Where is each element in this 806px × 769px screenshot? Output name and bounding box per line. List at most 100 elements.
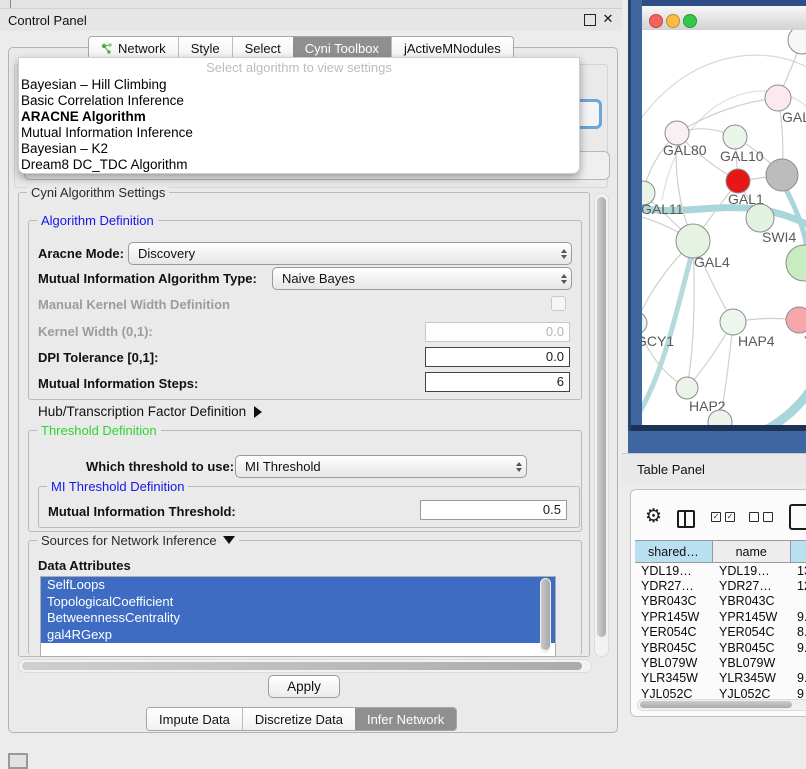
traffic-zoom-icon[interactable] — [683, 14, 697, 28]
aracne-mode-select[interactable]: Discovery — [128, 242, 572, 265]
table-row[interactable]: YER054CYER054C8. — [635, 625, 806, 640]
table-cell: YBL079W — [635, 656, 713, 670]
algorithm-option-dream8-dc-tdc-algorithm[interactable]: Dream8 DC_TDC Algorithm — [19, 157, 579, 173]
mi-steps-field[interactable]: 6 — [425, 372, 570, 392]
settings-vertical-scrollbar[interactable] — [594, 193, 609, 657]
tab-select[interactable]: Select — [232, 37, 293, 59]
algorithm-definition-title: Algorithm Definition — [37, 213, 158, 228]
node-hap2[interactable] — [676, 377, 698, 399]
hub-section-toggle[interactable]: Hub/Transcription Factor Definition — [38, 404, 262, 419]
sources-group-title[interactable]: Sources for Network Inference — [37, 533, 239, 548]
table-row[interactable]: YBR045CYBR045C9. — [635, 640, 806, 655]
bottom-tab-infer-network[interactable]: Infer Network — [355, 708, 456, 730]
float-window-icon[interactable] — [584, 14, 596, 26]
apply-button[interactable]: Apply — [268, 675, 340, 698]
algorithm-dropdown-list: Select algorithm to view settings Bayesi… — [18, 57, 580, 174]
node-table: shared…nameA YDL19…YDL19…13YDR27…YDR27…1… — [635, 540, 806, 702]
divider-tick — [10, 0, 11, 8]
gear-icon[interactable]: ⚙ — [645, 507, 662, 526]
minimized-panel-icon[interactable] — [8, 753, 28, 769]
traffic-minimize-icon[interactable] — [666, 14, 680, 28]
table-cell: YPR145W — [713, 610, 791, 624]
algorithm-option-bayesian-k2[interactable]: Bayesian – K2 — [19, 141, 579, 157]
tab-network[interactable]: Network — [89, 37, 178, 59]
traffic-close-icon[interactable] — [649, 14, 663, 28]
list-scrollbar[interactable] — [540, 578, 551, 653]
document-icon[interactable] — [789, 504, 806, 530]
node-gcy1[interactable] — [642, 312, 647, 334]
node-label-gal10: GAL10 — [720, 148, 764, 164]
manual-kernel-checkbox[interactable] — [551, 296, 566, 311]
kernel-width-field[interactable]: 0.0 — [425, 322, 570, 342]
table-row[interactable]: YBR043CYBR043C — [635, 594, 806, 609]
dpi-tolerance-field[interactable]: 0.0 — [425, 347, 570, 367]
node-y[interactable] — [786, 307, 806, 333]
table-row[interactable]: YDL19…YDL19…13 — [635, 563, 806, 578]
mi-type-select[interactable]: Naive Bayes — [272, 267, 572, 290]
node[interactable] — [788, 30, 806, 54]
table-cell: YDL19… — [635, 564, 713, 578]
network-canvas[interactable]: GAL7GAL80GAL10GAL1GAL11SWI4GAL4GCY1HAP4Y… — [642, 30, 806, 425]
network-frame-bottom — [628, 431, 806, 453]
node[interactable] — [766, 159, 798, 191]
which-threshold-value: MI Threshold — [236, 459, 512, 474]
stepper-icon — [557, 268, 571, 289]
algorithm-option-bayesian-hill-climbing[interactable]: Bayesian – Hill Climbing — [19, 77, 579, 93]
chevron-down-icon — [223, 536, 235, 544]
right-region: GAL7GAL80GAL10GAL1GAL11SWI4GAL4GCY1HAP4Y… — [622, 0, 806, 762]
settings-horizontal-scrollbar[interactable] — [18, 659, 592, 673]
column-header-shared[interactable]: shared… — [635, 541, 713, 562]
column-header-name[interactable]: name — [713, 541, 791, 562]
node-gal7[interactable] — [765, 85, 791, 111]
mi-threshold-field[interactable]: 0.5 — [420, 500, 567, 520]
panel-title: Control Panel — [8, 13, 87, 28]
bottom-tab-discretize-data[interactable]: Discretize Data — [242, 708, 355, 730]
table-row[interactable]: YPR145WYPR145W9. — [635, 609, 806, 624]
table-row[interactable]: YLR345WYLR345W9. — [635, 671, 806, 686]
tab-jactivemnodules[interactable]: jActiveMNodules — [391, 37, 513, 59]
table-cell: 9. — [791, 610, 806, 624]
mi-threshold-label: Mutual Information Threshold: — [48, 504, 236, 519]
table-header-row: shared…nameA — [635, 540, 806, 563]
table-panel-header: Table Panel — [622, 453, 806, 484]
network-window-titlebar[interactable] — [642, 6, 806, 31]
aracne-mode-label: Aracne Mode: — [38, 246, 124, 261]
node-gal10[interactable] — [723, 125, 747, 149]
node-hap4[interactable] — [720, 309, 746, 335]
node-swi4[interactable] — [746, 204, 774, 232]
tab-style[interactable]: Style — [178, 37, 232, 59]
attribute-item-betweennesscentrality[interactable]: BetweennessCentrality — [41, 610, 555, 627]
table-cell: 9. — [791, 671, 806, 685]
clear-all-checks-icon[interactable] — [749, 512, 773, 522]
table-horizontal-scrollbar[interactable] — [637, 699, 806, 711]
node-label-gal4: GAL4 — [694, 254, 730, 270]
close-icon[interactable]: ✕ — [600, 11, 616, 27]
columns-icon[interactable] — [677, 510, 695, 528]
table-panel-title: Table Panel — [637, 462, 705, 477]
tab-label: Select — [245, 41, 281, 56]
node-gal4[interactable] — [676, 224, 710, 258]
bottom-tab-impute-data[interactable]: Impute Data — [147, 708, 242, 730]
algorithm-option-aracne-algorithm[interactable]: ARACNE Algorithm — [19, 109, 579, 125]
table-row[interactable]: YDR27…YDR27…12 — [635, 578, 806, 593]
table-cell: YDR27… — [713, 579, 791, 593]
table-cell: 9. — [791, 641, 806, 655]
algorithm-option-mutual-information-inference[interactable]: Mutual Information Inference — [19, 125, 579, 141]
which-threshold-select[interactable]: MI Threshold — [235, 455, 527, 478]
algorithm-option-basic-correlation-inference[interactable]: Basic Correlation Inference — [19, 93, 579, 109]
node-label-gal7: GAL7 — [782, 109, 806, 125]
settings-group-title: Cyni Algorithm Settings — [27, 185, 169, 200]
mi-type-label: Mutual Information Algorithm Type: — [38, 271, 257, 286]
table-cell: 8. — [791, 625, 806, 639]
tab-cyni-toolbox[interactable]: Cyni Toolbox — [293, 37, 391, 59]
attribute-item-selfloops[interactable]: SelfLoops — [41, 577, 555, 594]
attribute-item-gal4rgexp[interactable]: gal4RGexp — [41, 627, 555, 644]
table-cell: 13 — [791, 564, 806, 578]
node[interactable] — [786, 245, 806, 281]
column-header-a[interactable]: A — [791, 541, 806, 562]
node-gal1[interactable] — [726, 169, 750, 193]
select-all-checks-icon[interactable]: ✓✓ — [711, 512, 735, 522]
table-body: YDL19…YDL19…13YDR27…YDR27…12YBR043CYBR04… — [635, 563, 806, 702]
attribute-item-topologicalcoefficient[interactable]: TopologicalCoefficient — [41, 594, 555, 611]
table-row[interactable]: YBL079WYBL079W — [635, 655, 806, 670]
